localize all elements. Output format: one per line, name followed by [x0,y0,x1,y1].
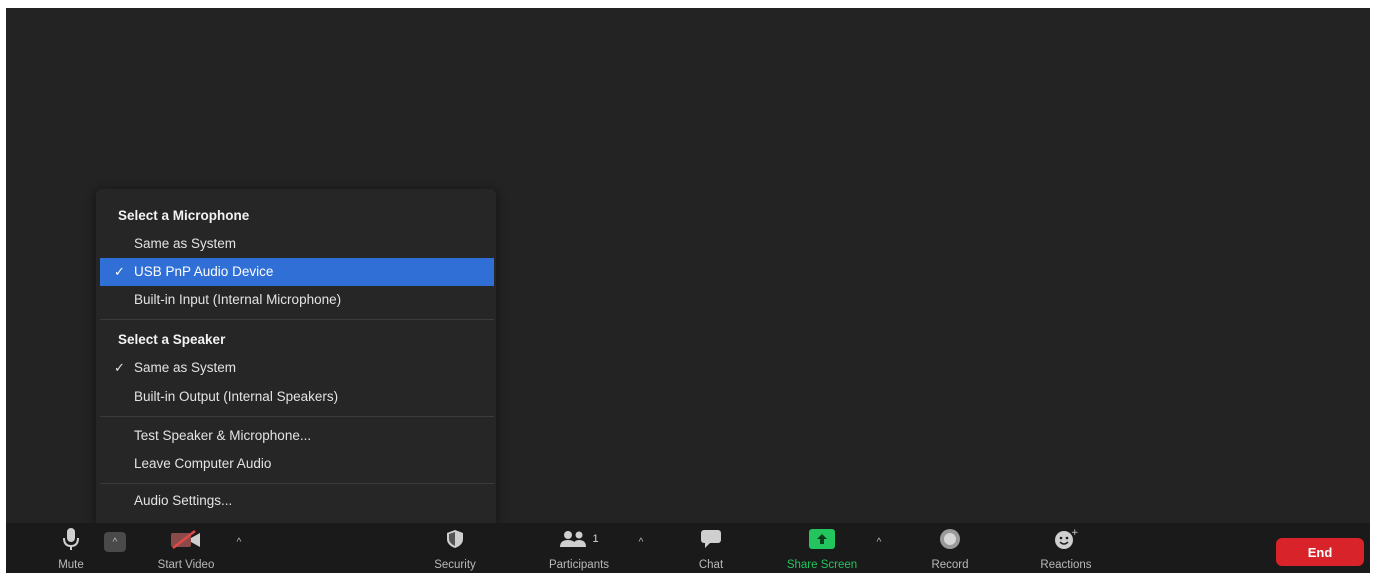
participants-label: Participants [548,559,610,571]
speaker-section-header: Select a Speaker [118,332,226,347]
reactions-icon: + [1054,523,1078,555]
chat-icon [700,523,722,555]
start-video-button[interactable]: Start Video [146,523,226,573]
speaker-option-label: Built-in Output (Internal Speakers) [134,389,339,404]
speaker-option-label: Same as System [134,360,237,375]
participants-icon: 1 [559,523,599,555]
test-speaker-microphone-label: Test Speaker & Microphone... [134,428,312,443]
leave-computer-audio-label: Leave Computer Audio [134,456,272,471]
microphone-section-header: Select a Microphone [118,208,250,223]
reactions-button[interactable]: + Reactions [1026,523,1106,573]
participants-button[interactable]: 1 Participants [534,523,624,573]
audio-settings-item[interactable]: Audio Settings... [100,487,494,515]
caret-up-icon: ^ [112,536,118,548]
mic-option-label: Built-in Input (Internal Microphone) [134,292,342,307]
security-label: Security [434,559,476,571]
share-screen-caret-button[interactable]: ^ [868,532,890,552]
check-icon: ✓ [114,264,125,279]
participants-caret-button[interactable]: ^ [630,532,652,552]
menu-divider [100,416,494,417]
chat-label: Chat [698,559,724,571]
share-screen-icon [809,523,835,555]
record-label: Record [931,559,969,571]
chat-button[interactable]: Chat [686,523,736,573]
menu-divider [100,319,494,320]
menu-divider [100,483,494,484]
audio-menu: Select a Microphone Same as System ✓ USB… [96,189,496,523]
svg-text:+: + [1071,528,1078,538]
participants-count: 1 [592,533,599,545]
check-icon: ✓ [114,360,125,375]
speaker-option-built-in[interactable]: Built-in Output (Internal Speakers) [100,383,494,411]
test-speaker-microphone-item[interactable]: Test Speaker & Microphone... [100,422,494,450]
caret-up-icon: ^ [876,536,882,548]
shield-icon [446,523,464,555]
meeting-toolbar: Mute ^ Start Video ^ Security 1 Particip… [6,523,1370,573]
mic-option-built-in[interactable]: Built-in Input (Internal Microphone) [100,286,494,314]
mic-option-label: Same as System [134,236,237,251]
audio-settings-label: Audio Settings... [134,493,233,508]
mute-button[interactable]: Mute [46,523,96,573]
reactions-label: Reactions [1040,559,1092,571]
speaker-option-same-as-system[interactable]: ✓ Same as System [100,354,494,382]
audio-options-caret-button[interactable]: ^ [104,532,126,552]
mute-label: Mute [58,559,84,571]
leave-computer-audio-item[interactable]: Leave Computer Audio [100,450,494,478]
security-button[interactable]: Security [425,523,485,573]
microphone-icon [63,523,79,555]
record-icon [939,523,961,555]
end-meeting-button[interactable]: End [1276,538,1364,566]
start-video-label: Start Video [157,559,215,571]
share-screen-button[interactable]: Share Screen [772,523,872,573]
video-options-caret-button[interactable]: ^ [228,532,250,552]
mic-option-usb-pnp[interactable]: ✓ USB PnP Audio Device [100,258,494,286]
mic-option-label: USB PnP Audio Device [134,264,274,279]
share-screen-label: Share Screen [786,559,858,571]
caret-up-icon: ^ [638,536,644,548]
caret-up-icon: ^ [236,536,242,548]
mic-option-same-as-system[interactable]: Same as System [100,230,494,258]
record-button[interactable]: Record [920,523,980,573]
video-off-icon [169,523,203,555]
